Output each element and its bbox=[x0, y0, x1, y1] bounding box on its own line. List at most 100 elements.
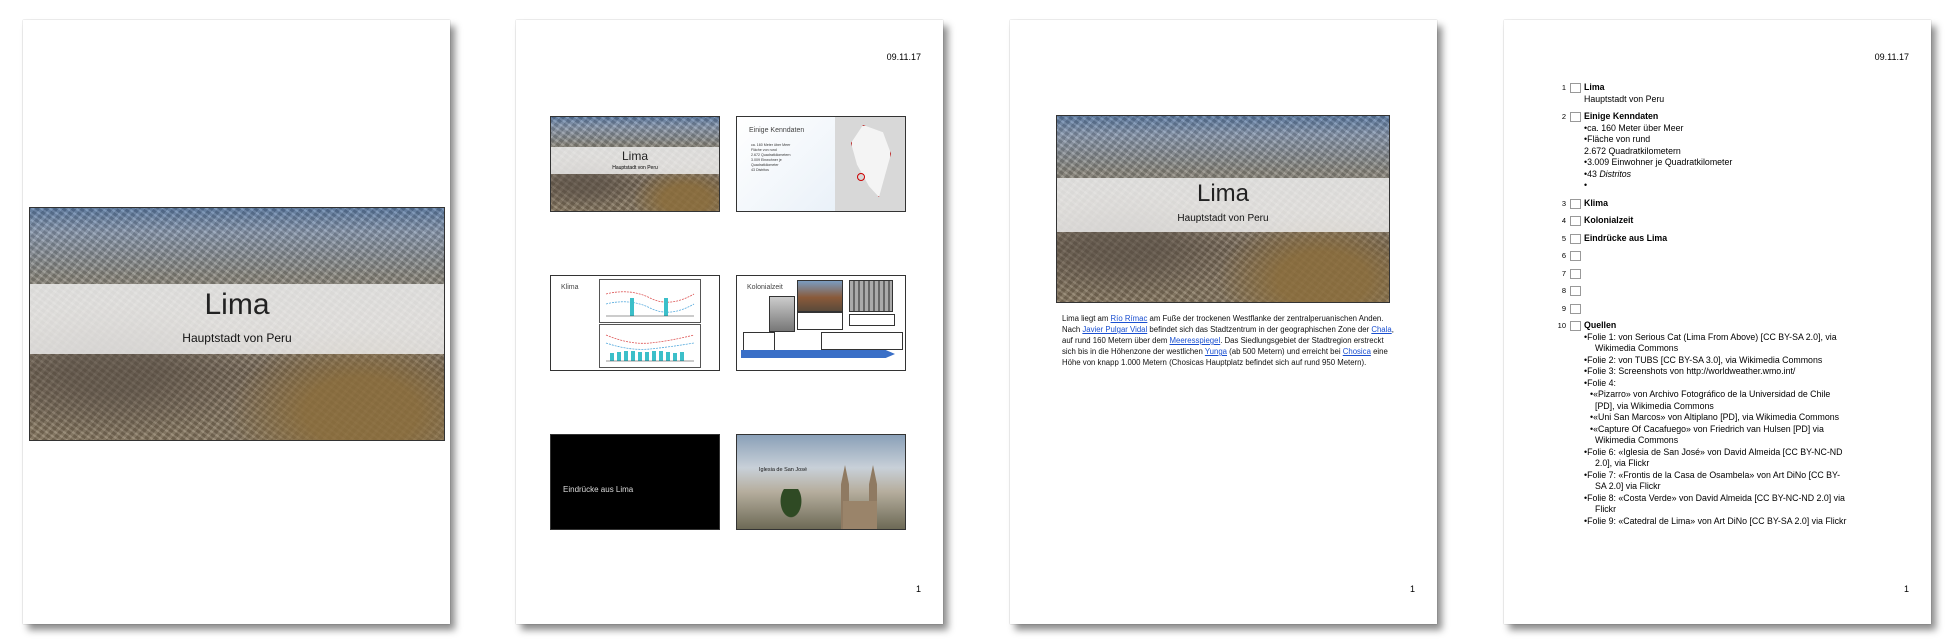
page-full-slide: Lima Hauptstadt von Peru bbox=[23, 20, 450, 624]
outline-bullet-continuation: 2.672 Quadratkilometern bbox=[1584, 145, 1681, 156]
link-meeresspiegel[interactable]: Meeresspiegel bbox=[1170, 336, 1221, 345]
page-handout: 09.11.17 Lima Hauptstadt von Peru Einige… bbox=[516, 20, 943, 624]
source-continuation: SA 2.0] via Flickr bbox=[1595, 481, 1661, 491]
pizarro-portrait-image bbox=[769, 296, 795, 332]
slide-aerial-photo: Lima Hauptstadt von Peru bbox=[29, 207, 445, 441]
thumbnail-title: Lima bbox=[621, 149, 648, 163]
source-subbullet: •«Uni San Marcos» von Altiplano [PD], vi… bbox=[1590, 412, 1840, 422]
source-bullet: •Folie 2: von TUBS [CC BY-SA 3.0], via W… bbox=[1584, 354, 1823, 365]
header-date: 09.11.17 bbox=[1874, 52, 1909, 62]
thumbnail-slide-6[interactable]: Iglesia de San José bbox=[736, 434, 906, 530]
outline-number: 9 bbox=[1561, 303, 1566, 313]
outline-bullet: •Fläche von rund bbox=[1584, 134, 1651, 144]
outline-row: 4 Kolonialzeit bbox=[1554, 215, 1894, 227]
outline-number: 3 bbox=[1561, 198, 1566, 208]
source-continuation: 2.0], via Flickr bbox=[1595, 458, 1650, 468]
slide-checkbox[interactable] bbox=[1570, 112, 1581, 122]
outline-number: 8 bbox=[1561, 286, 1566, 295]
slide-checkbox[interactable] bbox=[1570, 198, 1581, 209]
outline-number: 10 bbox=[1557, 321, 1566, 330]
outline-number: 6 bbox=[1561, 251, 1566, 260]
ship-engraving-image bbox=[849, 280, 893, 312]
outline-bullet: •43 Distritos bbox=[1554, 169, 1894, 181]
outline-title: Lima bbox=[1584, 82, 1605, 92]
link-chala[interactable]: Chala bbox=[1371, 325, 1391, 334]
slide-title: Lima bbox=[1196, 180, 1250, 207]
notes-text: (ab 500 Metern) und erreicht bei bbox=[1227, 347, 1343, 356]
timeline-textbox bbox=[849, 314, 895, 326]
source-continuation: [PD], via Wikimedia Commons bbox=[1595, 400, 1714, 411]
slide-checkbox[interactable] bbox=[1570, 233, 1581, 244]
page-number: 1 bbox=[915, 584, 921, 594]
outline-bullet: •3.009 Einwohner je Quadratkilometer bbox=[1584, 157, 1733, 167]
source-continuation: Flickr bbox=[1595, 504, 1617, 514]
slide-checkbox[interactable] bbox=[1570, 321, 1581, 331]
slide-title: Lima bbox=[204, 288, 270, 321]
page-number: 1 bbox=[1903, 584, 1909, 594]
outline-row: 8 bbox=[1554, 285, 1894, 297]
thumbnail-subtitle: Hauptstadt von Peru bbox=[612, 165, 658, 171]
climate-chart-image bbox=[599, 279, 701, 323]
notes-text: befindet sich das Stadtzentrum in der ge… bbox=[1147, 325, 1372, 334]
thumbnail-slide-5[interactable]: Eindrücke aus Lima bbox=[550, 434, 720, 530]
link-javier-pulgar-vidal[interactable]: Javier Pulgar Vidal bbox=[1082, 325, 1147, 334]
climate-chart-graphic bbox=[605, 291, 695, 317]
outline-row: 10 Quellen bbox=[1554, 320, 1894, 332]
slide-subtitle: Hauptstadt von Peru bbox=[1177, 213, 1269, 224]
outline-title: Klima bbox=[1584, 197, 1608, 208]
slide-checkbox[interactable] bbox=[1570, 268, 1581, 279]
timeline-textbox bbox=[797, 312, 843, 330]
church-body-shape bbox=[843, 501, 877, 529]
outline-number: 2 bbox=[1561, 112, 1566, 121]
timeline-textbox bbox=[821, 332, 903, 350]
thumbnail-slide-2[interactable]: Einige Kenndaten ca. 160 Meter über Meer… bbox=[736, 116, 906, 212]
source-subbullet: •«Capture Of Cacafuego» von Friedrich va… bbox=[1590, 423, 1824, 434]
thumbnail-slide-1[interactable]: Lima Hauptstadt von Peru bbox=[550, 116, 720, 212]
outline-title: Einige Kenndaten bbox=[1584, 111, 1659, 121]
link-rio-rimac[interactable]: Río Rímac bbox=[1111, 314, 1148, 323]
thumbnail-title: Eindrücke aus Lima bbox=[563, 485, 634, 494]
bullet-text: •43 bbox=[1584, 168, 1600, 179]
page-notes: Lima Hauptstadt von Peru Lima liegt am R… bbox=[1010, 20, 1437, 624]
outline-title: Eindrücke aus Lima bbox=[1584, 232, 1668, 243]
list-item: 43 Distritos bbox=[751, 168, 769, 172]
slide-checkbox[interactable] bbox=[1570, 216, 1581, 226]
thumbnail-bullet-list: ca. 160 Meter über Meer Fläche von rund … bbox=[751, 143, 811, 173]
bullet-italic-text: Distritos bbox=[1599, 168, 1632, 179]
source-bullet: •Folie 7: «Frontis de la Casa de Osambel… bbox=[1584, 469, 1841, 480]
thumbnail-slide-4[interactable]: Kolonialzeit bbox=[736, 275, 906, 371]
outline-subtitle: Hauptstadt von Peru bbox=[1584, 93, 1665, 104]
source-bullet: •Folie 3: Screenshots von http://worldwe… bbox=[1584, 366, 1796, 376]
thumbnail-slide-3[interactable]: Klima bbox=[550, 275, 720, 371]
palm-tree-shape bbox=[773, 489, 809, 529]
outline-title: Quellen bbox=[1584, 320, 1617, 330]
outline-bullet: • bbox=[1584, 180, 1588, 190]
outline-number: 7 bbox=[1561, 268, 1566, 278]
link-yunga[interactable]: Yunga bbox=[1205, 347, 1227, 356]
timeline-textbox bbox=[743, 332, 775, 352]
outline-row: 6 bbox=[1554, 250, 1894, 262]
outline-bullet: •ca. 160 Meter über Meer bbox=[1584, 122, 1684, 133]
slide-checkbox[interactable] bbox=[1570, 303, 1581, 314]
slide-checkbox[interactable] bbox=[1570, 251, 1581, 261]
slide-subtitle: Hauptstadt von Peru bbox=[182, 331, 292, 345]
source-bullet: •Folie 6: «Iglesia de San José» von Davi… bbox=[1584, 446, 1843, 457]
outline-number: 1 bbox=[1561, 83, 1566, 92]
outline-row: 3 Klima bbox=[1554, 198, 1894, 210]
outline-row: 2 Einige Kenndaten bbox=[1554, 111, 1894, 123]
lima-marker bbox=[857, 173, 865, 181]
source-subbullet: •«Pizarro» von Archivo Fotográfico de la… bbox=[1590, 389, 1831, 399]
slide-checkbox[interactable] bbox=[1570, 286, 1581, 296]
source-bullet: •Folie 9: «Catedral de Lima» von Art DiN… bbox=[1584, 515, 1847, 526]
source-bullet: •Folie 4: bbox=[1584, 377, 1616, 388]
outline-row: 9 bbox=[1554, 303, 1894, 315]
outline-row: 5 Eindrücke aus Lima bbox=[1554, 233, 1894, 245]
timeline-arrow bbox=[741, 350, 895, 358]
link-chosica[interactable]: Chosica bbox=[1343, 347, 1371, 356]
thumbnail-title: Klima bbox=[561, 284, 579, 291]
slide-checkbox[interactable] bbox=[1570, 83, 1581, 93]
thumbnail-title: Einige Kenndaten bbox=[749, 127, 805, 134]
outline-row: 7 bbox=[1554, 268, 1894, 280]
outline-number: 5 bbox=[1561, 233, 1566, 243]
source-bullet: •Folie 1: von Serious Cat (Lima From Abo… bbox=[1584, 331, 1837, 342]
